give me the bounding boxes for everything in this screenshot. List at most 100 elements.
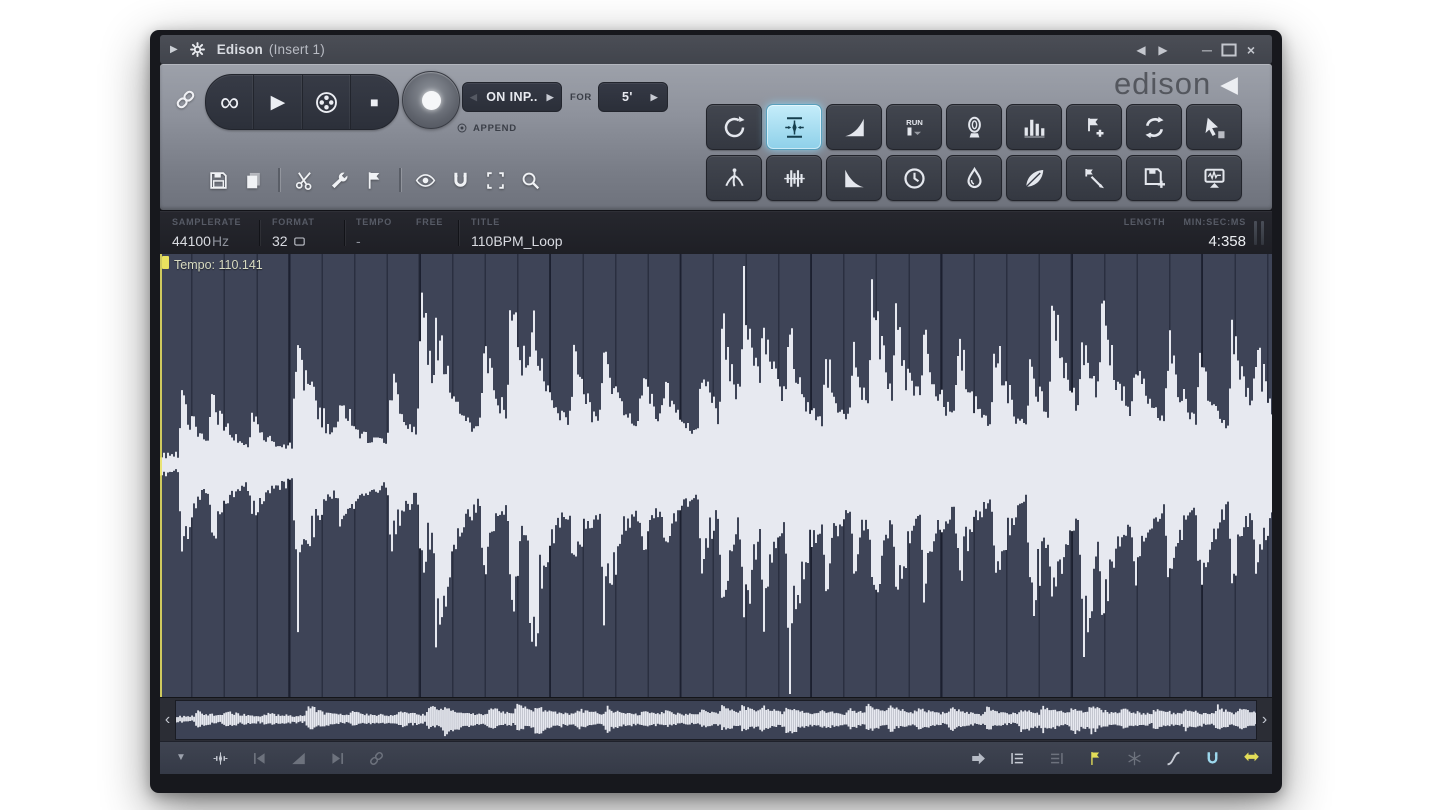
- next-preset-button[interactable]: ▶: [1152, 39, 1174, 61]
- overview-waveform[interactable]: [175, 700, 1257, 740]
- chain-button[interactable]: [365, 747, 387, 769]
- eye-button[interactable]: [411, 166, 440, 194]
- plugin-menu-icon[interactable]: ▶: [170, 44, 178, 55]
- tool-declick-button[interactable]: [766, 155, 822, 201]
- select-icon: [485, 170, 506, 191]
- scroll-left-button[interactable]: ‹: [160, 698, 175, 742]
- logo-text: edison: [1113, 66, 1212, 101]
- flag-marker-button[interactable]: [1084, 747, 1106, 769]
- append-option[interactable]: APPEND: [456, 122, 517, 134]
- prev-preset-button[interactable]: ◀: [1130, 39, 1152, 61]
- tool-normalize-button[interactable]: [766, 104, 822, 150]
- insert-marker-icon: [1082, 115, 1107, 140]
- tool-run-script-button[interactable]: RUN: [886, 104, 942, 150]
- fade-out-icon: [842, 166, 867, 191]
- smooth-icon: [1165, 750, 1182, 767]
- tool-time-stretch-button[interactable]: [886, 155, 942, 201]
- bottom-toolbar-left: ▼: [170, 747, 387, 769]
- magnet-button[interactable]: [446, 166, 475, 194]
- wrench-button[interactable]: [325, 166, 354, 194]
- swap-selection-button[interactable]: [1240, 747, 1262, 769]
- slice-marker-icon: [1082, 166, 1107, 191]
- record-button[interactable]: [402, 71, 460, 129]
- prev-marker-button[interactable]: [248, 747, 270, 769]
- close-button[interactable]: ×: [1240, 39, 1262, 61]
- resize-grip[interactable]: [1254, 221, 1264, 245]
- copy-button[interactable]: [239, 166, 268, 194]
- edison-window: ▶ Edison (Insert 1) ◀ ▶ ─ × ∞ ▶ ■ APPEND: [150, 30, 1282, 793]
- equalize-icon: [1022, 115, 1047, 140]
- scroll-right-button[interactable]: ›: [1257, 698, 1272, 742]
- tool-denoise-button[interactable]: [946, 104, 1002, 150]
- fade-in-icon: [842, 115, 867, 140]
- reverse-icon: [722, 115, 747, 140]
- tempo-marker-flag-icon[interactable]: [162, 256, 169, 269]
- claw-icon: [722, 166, 747, 191]
- select-button[interactable]: [481, 166, 510, 194]
- tool-send-to-playlist-button[interactable]: [1186, 155, 1242, 201]
- for-label: FOR: [570, 92, 592, 103]
- tool-fade-in-button[interactable]: [826, 104, 882, 150]
- next-marker-button[interactable]: [326, 747, 348, 769]
- chevron-right-icon: ▶: [650, 91, 658, 102]
- zoom-icon: [520, 170, 541, 191]
- fade-wedge-icon: [290, 750, 307, 767]
- format-value[interactable]: 32: [272, 233, 306, 249]
- snowflake-button[interactable]: [1123, 747, 1145, 769]
- wave-edit-button[interactable]: [209, 747, 231, 769]
- loop-mode-button[interactable]: ∞: [206, 75, 255, 129]
- reel-button[interactable]: [303, 75, 351, 129]
- tool-slice-marker-button[interactable]: [1066, 155, 1122, 201]
- caret-down-icon: ▼: [176, 752, 186, 763]
- tool-save-as-button[interactable]: [1126, 155, 1182, 201]
- save-as-icon: [1142, 166, 1167, 191]
- record-duration-select[interactable]: 5' ▶: [598, 82, 668, 112]
- save-button[interactable]: [204, 166, 233, 194]
- length-unit-label[interactable]: MIN:SEC:MS: [1184, 217, 1247, 227]
- flag-button[interactable]: [360, 166, 389, 194]
- maximize-button[interactable]: [1218, 39, 1240, 61]
- fade-wedge-button[interactable]: [287, 747, 309, 769]
- free-label: FREE: [416, 217, 444, 227]
- flag-icon: [364, 170, 385, 191]
- window-controls: ◀ ▶ ─ ×: [1130, 39, 1262, 61]
- scissors-button[interactable]: [290, 166, 319, 194]
- play-button[interactable]: ▶: [254, 75, 303, 129]
- tempo-value[interactable]: -: [356, 233, 361, 249]
- tool-blur-button[interactable]: [946, 155, 1002, 201]
- tool-sine-button[interactable]: [1006, 155, 1062, 201]
- samplerate-label: SAMPLERATE: [172, 217, 242, 227]
- tool-loop-button[interactable]: [1126, 104, 1182, 150]
- waveform-editor[interactable]: Tempo: 110.141: [160, 254, 1272, 697]
- magnet-snap-icon: [1204, 750, 1221, 767]
- list-left-icon: [1009, 750, 1026, 767]
- tool-grid-row: RUN: [706, 104, 1242, 150]
- minimize-button[interactable]: ─: [1196, 39, 1218, 61]
- play-to-icon: [970, 750, 987, 767]
- tool-equalize-button[interactable]: [1006, 104, 1062, 150]
- link-icon[interactable]: [174, 88, 197, 111]
- stop-button[interactable]: ■: [351, 75, 398, 129]
- swap-selection-icon: [1243, 750, 1260, 767]
- tool-claw-button[interactable]: [706, 155, 762, 201]
- record-mode-select[interactable]: ◀ ON INP.. ▶: [462, 82, 562, 112]
- magnet-snap-button[interactable]: [1201, 747, 1223, 769]
- reel-icon: [314, 90, 339, 115]
- list-right-button[interactable]: [1045, 747, 1067, 769]
- list-left-button[interactable]: [1006, 747, 1028, 769]
- samplerate-value[interactable]: 44100 Hz: [172, 233, 229, 249]
- tool-insert-marker-button[interactable]: [1066, 104, 1122, 150]
- play-to-button[interactable]: [967, 747, 989, 769]
- plugin-options-icon[interactable]: [189, 41, 206, 58]
- tool-fade-out-button[interactable]: [826, 155, 882, 201]
- smooth-button[interactable]: [1162, 747, 1184, 769]
- tool-select-tool-button[interactable]: [1186, 104, 1242, 150]
- caret-down-button[interactable]: ▼: [170, 747, 192, 769]
- sample-title-value[interactable]: 110BPM_Loop: [471, 233, 563, 249]
- overview-scrollbar[interactable]: ‹ ›: [160, 697, 1272, 743]
- zoom-button[interactable]: [516, 166, 545, 194]
- wave-edit-icon: [212, 750, 229, 767]
- tool-reverse-button[interactable]: [706, 104, 762, 150]
- bottom-toolbar: ▼: [160, 741, 1272, 774]
- append-label: APPEND: [473, 122, 517, 134]
